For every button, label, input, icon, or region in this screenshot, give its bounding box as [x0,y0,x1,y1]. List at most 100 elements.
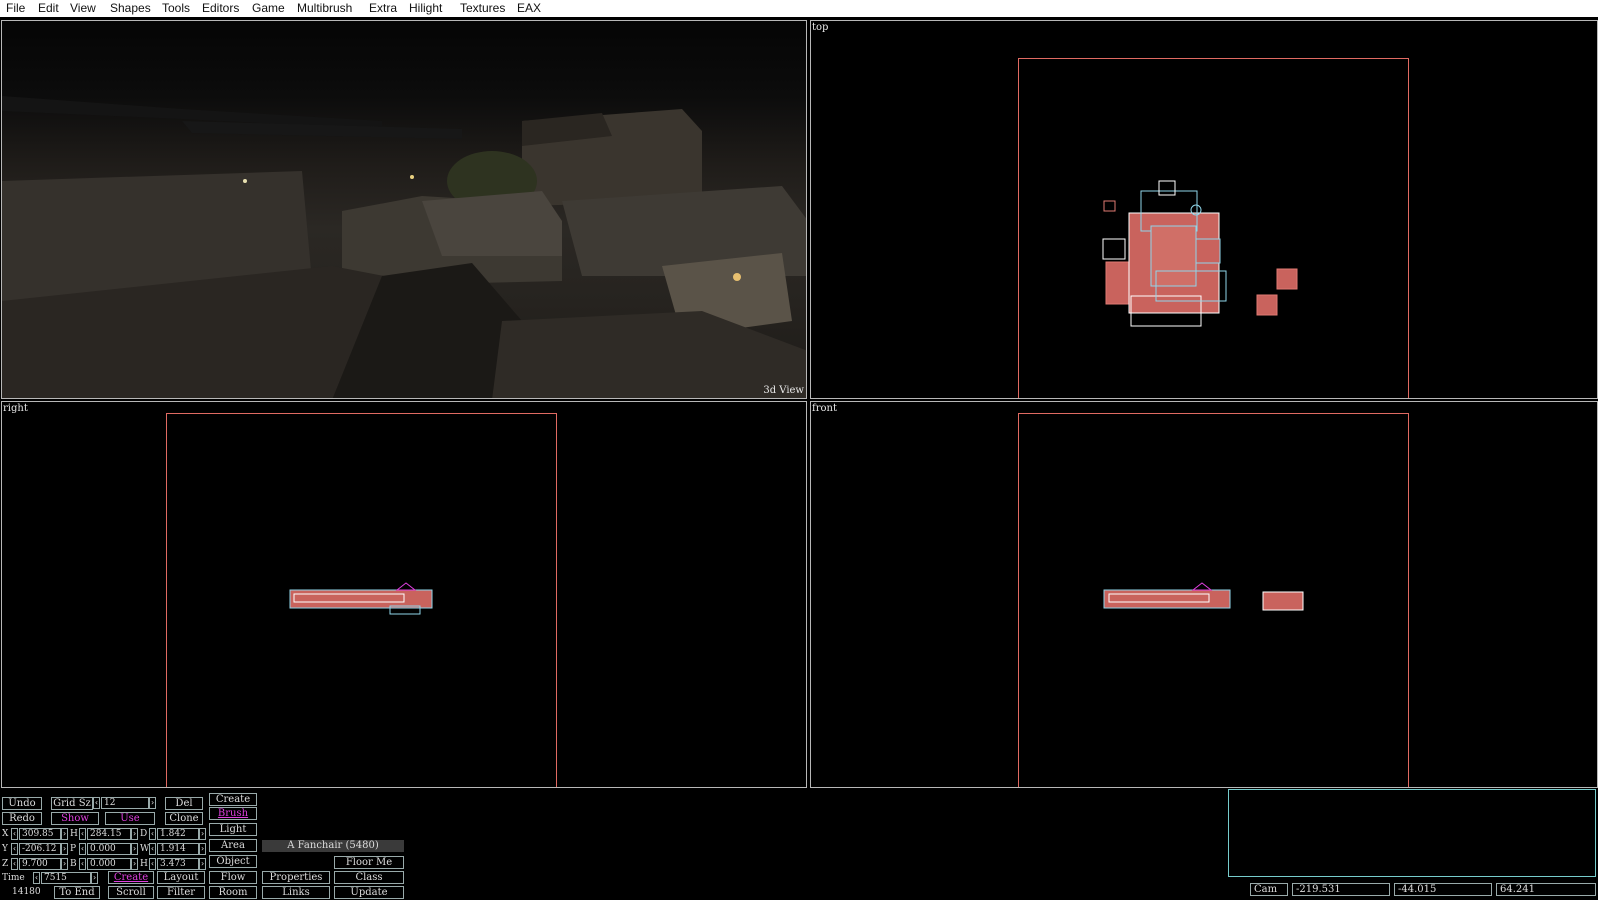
create-header-button[interactable]: Create [209,793,257,806]
z-field[interactable]: 9.700 [19,858,61,870]
y-field[interactable]: -206.12 [19,843,61,855]
depth-label: D [140,829,148,839]
z-increase-icon[interactable]: › [61,858,68,870]
viewport-front[interactable]: front [810,401,1598,788]
grid-size-field[interactable]: 12 [101,797,149,809]
depth-field[interactable]: 1.842 [157,828,199,840]
menu-editors[interactable]: Editors [202,1,239,15]
time-field[interactable]: 7515 [41,872,91,884]
undo-button[interactable]: Undo [2,797,42,810]
menu-game[interactable]: Game [252,1,285,15]
x-decrease-icon[interactable]: ‹ [11,828,18,840]
room-mode-button[interactable]: Room [209,886,257,899]
light-mode-button[interactable]: Light [209,823,257,836]
heading-field[interactable]: 284.15 [87,828,131,840]
menu-multibrush[interactable]: Multibrush [297,1,352,15]
height-field[interactable]: 3.473 [157,858,199,870]
use-button[interactable]: Use [105,812,155,825]
bank-increase-icon[interactable]: › [131,858,138,870]
class-button[interactable]: Class [334,871,404,884]
floor-me-button[interactable]: Floor Me [334,856,404,869]
heading-label: H [70,829,78,839]
filter-button[interactable]: Filter [157,886,205,899]
create-button[interactable]: Create [108,871,154,884]
distant-light [243,179,247,183]
menu-file[interactable]: File [6,1,25,15]
brush-block [1105,261,1131,305]
brush-outline [395,582,417,591]
y-increase-icon[interactable]: › [61,843,68,855]
layout-button[interactable]: Layout [157,871,205,884]
z-decrease-icon[interactable]: ‹ [11,858,18,870]
brush-outline [1158,180,1176,196]
brush-block [1262,591,1304,611]
links-button[interactable]: Links [262,886,330,899]
brush-map-top [1102,180,1298,327]
bank-label: B [70,859,77,869]
z-label: Z [2,859,9,869]
bank-field[interactable]: 0.000 [87,858,131,870]
width-decrease-icon[interactable]: ‹ [149,843,156,855]
update-button[interactable]: Update [334,886,404,899]
depth-increase-icon[interactable]: › [199,828,206,840]
brush-map-right [289,582,433,615]
depth-decrease-icon[interactable]: ‹ [149,828,156,840]
y-decrease-icon[interactable]: ‹ [11,843,18,855]
y-label: Y [2,844,8,854]
brush-outline [1191,582,1213,591]
clone-button[interactable]: Clone [165,812,203,825]
camera-label: Cam [1250,883,1288,896]
area-mode-button[interactable]: Area [209,839,257,852]
viewport-right[interactable]: right [1,401,807,788]
grid-size-button[interactable]: Grid Sz [51,797,93,810]
object-mode-button[interactable]: Object [209,855,257,868]
menu-textures[interactable]: Textures [460,1,505,15]
height-increase-icon[interactable]: › [199,858,206,870]
pitch-increase-icon[interactable]: › [131,843,138,855]
bank-decrease-icon[interactable]: ‹ [79,858,86,870]
time-decrease-icon[interactable]: ‹ [33,872,40,884]
redo-button[interactable]: Redo [2,812,42,825]
pitch-field[interactable]: 0.000 [87,843,131,855]
delete-button[interactable]: Del [165,797,203,810]
menu-extra[interactable]: Extra [369,1,397,15]
x-field[interactable]: 309.85 [19,828,61,840]
menu-tools[interactable]: Tools [162,1,190,15]
status-panel [1228,789,1596,877]
brush-outline [1103,200,1116,212]
heading-increase-icon[interactable]: › [131,828,138,840]
menu-hilight[interactable]: Hilight [409,1,442,15]
grid-increase-icon[interactable]: › [149,797,156,809]
height-decrease-icon[interactable]: ‹ [149,858,156,870]
menu-eax[interactable]: EAX [517,1,541,15]
to-end-button[interactable]: To End [54,886,100,899]
time-increase-icon[interactable]: › [91,872,98,884]
width-field[interactable]: 1.914 [157,843,199,855]
pitch-decrease-icon[interactable]: ‹ [79,843,86,855]
brush-map-front [1103,582,1304,611]
viewport-3d[interactable]: 3d View [1,20,807,399]
heading-decrease-icon[interactable]: ‹ [79,828,86,840]
menu-edit[interactable]: Edit [38,1,59,15]
brush-mode-button[interactable]: Brush [209,807,257,820]
viewport-top[interactable]: top [810,20,1598,399]
lamp-light [733,273,741,281]
show-button[interactable]: Show [51,812,99,825]
x-increase-icon[interactable]: › [61,828,68,840]
flow-mode-button[interactable]: Flow [209,871,257,884]
grid-decrease-icon[interactable]: ‹ [93,797,100,809]
width-increase-icon[interactable]: › [199,843,206,855]
brush-outline [1102,238,1126,260]
properties-button[interactable]: Properties [262,871,330,884]
camera-x-readout: -219.531 [1292,883,1390,896]
height-label: H [140,859,148,869]
scroll-button[interactable]: Scroll [108,886,154,899]
menu-shapes[interactable]: Shapes [110,1,151,15]
menu-view[interactable]: View [70,1,96,15]
brush-block [1276,268,1298,290]
scene-3d [2,96,806,398]
brush-strip [1103,589,1231,609]
brush-strip [289,589,433,609]
selected-object-display: A Fanchair (5480) [262,840,404,852]
viewport-3d-label: 3d View [763,385,804,396]
